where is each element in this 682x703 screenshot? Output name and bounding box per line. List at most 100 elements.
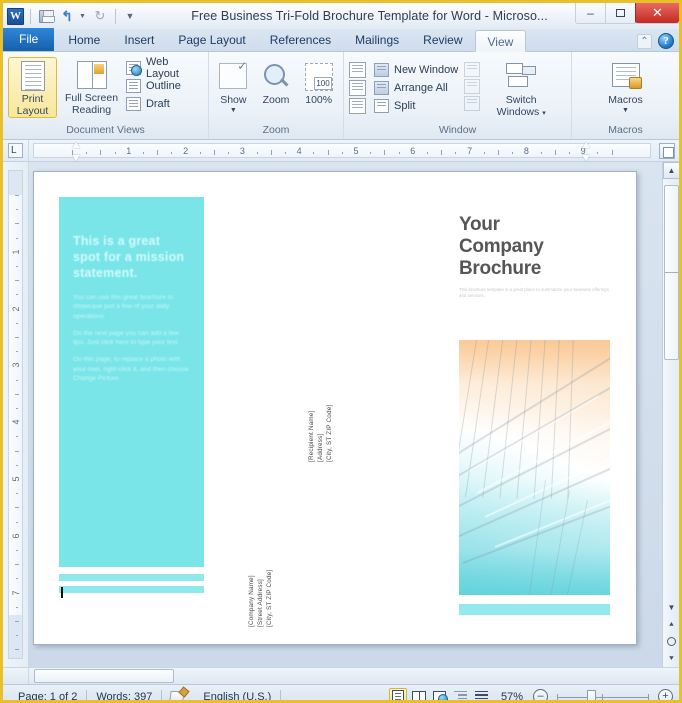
tab-references[interactable]: References — [258, 29, 343, 51]
draft-button[interactable]: Draft — [125, 95, 203, 112]
chevron-down-icon[interactable]: ▼ — [230, 107, 237, 114]
split-button[interactable]: Split — [374, 97, 458, 114]
ruler-tick — [15, 322, 18, 324]
tab-view[interactable]: View — [474, 30, 527, 52]
minimize-button[interactable]: – — [575, 3, 605, 24]
ruler-tick — [285, 152, 286, 154]
document-canvas[interactable]: This is a great spot for a mission state… — [29, 162, 662, 667]
ruler-tick — [14, 223, 19, 225]
print-layout-view-button[interactable] — [388, 688, 407, 700]
chevron-down-icon[interactable]: ▾ — [542, 110, 546, 117]
zoom-out-button[interactable]: – — [533, 689, 548, 700]
right-indent-marker[interactable] — [582, 142, 591, 162]
draft-view-button[interactable] — [473, 688, 491, 700]
zoom-slider-handle[interactable] — [587, 689, 596, 700]
outline-button[interactable]: Outline — [125, 77, 203, 94]
select-browse-object-icon[interactable] — [663, 633, 679, 650]
view-side-by-side-icon[interactable] — [349, 62, 366, 78]
tab-stop-selector[interactable]: L — [3, 140, 29, 161]
hscroll-thumb[interactable] — [34, 669, 174, 683]
previous-page-icon[interactable]: ⯅ — [663, 616, 679, 633]
word-app-icon[interactable]: W — [7, 7, 24, 25]
scroll-track[interactable] — [663, 179, 679, 599]
recipient-address-block[interactable]: [Recipient Name] [Address] [City, ST ZIP… — [307, 372, 334, 462]
vertical-ruler[interactable]: 1 2 3 4 5 6 7 — [3, 162, 29, 667]
chevron-down-icon[interactable]: ▼ — [622, 107, 629, 114]
vertical-scrollbar[interactable]: ▲ ▼ ⯅ ⯆ — [662, 162, 679, 667]
brochure-mission-panel[interactable]: This is a great spot for a mission state… — [59, 197, 204, 567]
tab-insert[interactable]: Insert — [112, 29, 166, 51]
show-button[interactable]: Show ▼ — [214, 59, 253, 114]
web-layout-button[interactable]: Web Layout — [125, 56, 203, 80]
undo-icon[interactable]: ↰ — [58, 7, 76, 25]
group-label-zoom: Zoom — [262, 124, 290, 136]
tab-page-layout[interactable]: Page Layout — [166, 29, 257, 51]
reset-window-position-icon[interactable] — [349, 98, 366, 114]
title-bar: W ↰ ▼ ↻ ▼ Free Business Tri-Fold Brochur… — [3, 3, 679, 29]
title-line-3: Brochure — [459, 258, 542, 279]
zoom-level[interactable]: 57% — [494, 691, 530, 701]
scroll-down-button[interactable]: ▼ — [663, 599, 679, 616]
one-hundred-percent-button[interactable]: 100 100% — [299, 59, 338, 107]
photo-detail-line — [494, 493, 610, 548]
hscroll-track[interactable] — [29, 668, 679, 684]
item-label: Outline — [145, 79, 181, 92]
help-icon[interactable]: ? — [658, 33, 674, 49]
full-screen-reading-button[interactable]: Full Screen Reading — [61, 57, 122, 116]
customize-qat-icon[interactable]: ▼ — [122, 7, 140, 25]
minimize-ribbon-icon[interactable]: ⌃ — [637, 33, 652, 49]
outline-view-icon — [454, 691, 468, 700]
ruler-tick — [100, 150, 102, 155]
tab-review[interactable]: Review — [411, 29, 474, 51]
close-button[interactable]: ✕ — [635, 3, 679, 24]
proofing-errors-icon[interactable] — [169, 686, 191, 700]
scroll-up-button[interactable]: ▲ — [663, 162, 679, 179]
horizontal-ruler-row: L 123456789 — [3, 140, 679, 162]
ruler-tick — [455, 152, 457, 154]
slider-track — [557, 696, 649, 698]
ruler-tick-label: 3 — [239, 146, 245, 156]
horizontal-scrollbar[interactable] — [3, 667, 679, 684]
full-screen-reading-view-button[interactable] — [410, 688, 428, 700]
redo-icon[interactable]: ↻ — [91, 7, 109, 25]
arrange-all-button[interactable]: Arrange All — [374, 79, 458, 96]
glass-building-architecture-photo[interactable] — [459, 340, 610, 595]
view-ruler-button[interactable] — [655, 140, 679, 161]
tab-file[interactable]: File — [3, 28, 55, 51]
outline-view-button[interactable] — [452, 688, 470, 700]
brochure-cover-panel[interactable]: Your Company Brochure This brochure temp… — [459, 214, 614, 299]
switch-windows-button[interactable]: Switch Windows ▾ — [488, 59, 554, 118]
window-resize-grip[interactable] — [667, 697, 677, 700]
company-address-block[interactable]: [Company Name] [Street Address] [City, S… — [247, 532, 274, 627]
tab-mailings[interactable]: Mailings — [343, 29, 411, 51]
ruler-tick — [15, 635, 18, 637]
zoom-button[interactable]: Zoom — [257, 59, 296, 107]
left-indent-marker[interactable] — [72, 142, 81, 162]
item-label: Web Layout — [145, 55, 179, 80]
tab-home[interactable]: Home — [56, 29, 112, 51]
document-page[interactable]: This is a great spot for a mission state… — [33, 171, 637, 645]
page-indicator[interactable]: Page: 1 of 2 — [9, 691, 86, 701]
web-layout-view-button[interactable] — [431, 688, 449, 700]
language-indicator[interactable]: English (U.S.) — [194, 691, 280, 701]
scroll-thumb[interactable] — [664, 185, 679, 360]
item-label: New Window — [394, 63, 459, 76]
view-side-by-side-disabled-icon — [464, 62, 481, 77]
save-icon[interactable] — [37, 7, 55, 25]
zoom-slider[interactable] — [557, 689, 649, 700]
new-window-button[interactable]: New Window — [374, 61, 458, 78]
button-label: 100% — [305, 94, 333, 106]
macros-button[interactable]: Macros ▼ — [600, 59, 652, 114]
undo-dropdown-icon[interactable]: ▼ — [79, 7, 88, 25]
paragraph: On this page, to replace a photo with yo… — [73, 356, 189, 383]
ruler-tick — [341, 152, 343, 154]
horizontal-ruler[interactable]: 123456789 — [33, 143, 651, 158]
next-page-icon[interactable]: ⯆ — [663, 650, 679, 667]
left-tab-stop-icon: L — [8, 143, 23, 158]
word-count[interactable]: Words: 397 — [87, 691, 161, 701]
print-layout-button[interactable]: Print Layout — [8, 57, 58, 118]
maximize-button[interactable] — [605, 3, 635, 24]
group-label-document-views: Document Views — [66, 124, 145, 136]
synchronous-scrolling-icon[interactable] — [349, 80, 366, 96]
zoom-in-button[interactable]: + — [658, 689, 673, 700]
